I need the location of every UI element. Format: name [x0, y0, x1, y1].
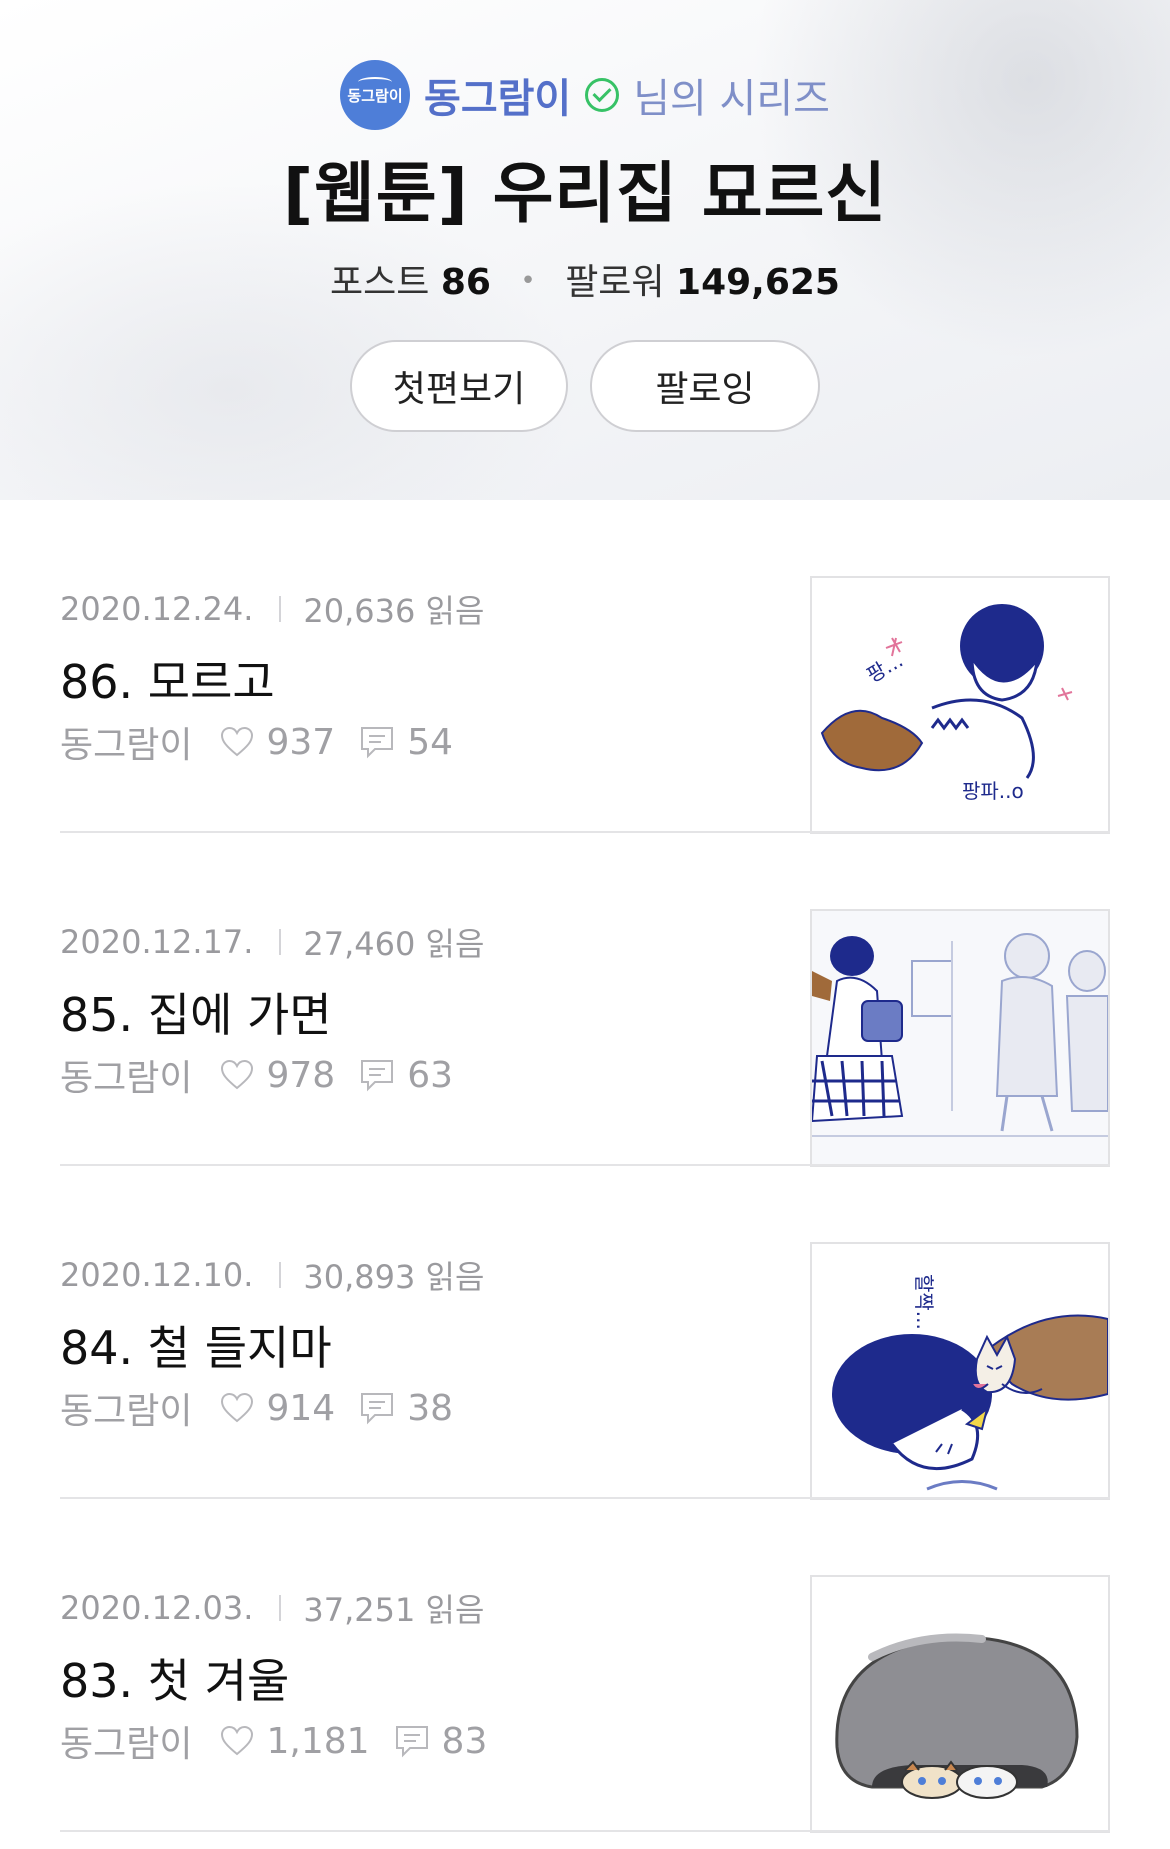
post-date: 2020.12.17. — [60, 923, 254, 961]
series-title: [웹툰] 우리집 묘르신 — [282, 155, 888, 232]
series-suffix: 님의 시리즈 — [633, 76, 830, 122]
post-reads: 30,893 읽음 — [303, 1258, 485, 1296]
posts-label: 포스트 — [330, 262, 430, 303]
author-row: 동그람이 동그람이 님의 시리즈 — [0, 60, 1170, 130]
meta-divider — [279, 1595, 282, 1621]
comment-icon — [395, 1726, 428, 1758]
comment-count: 83 — [441, 1720, 488, 1762]
meta-divider — [279, 1262, 282, 1288]
verified-check-icon — [585, 78, 620, 112]
heart-icon — [221, 1392, 254, 1423]
heart-icon — [221, 1725, 254, 1756]
post-title[interactable]: 84. 철 들지마 — [60, 1312, 332, 1378]
list-item[interactable]: 2020.12.10. 30,893 읽음 84. 철 들지마 동그람이 914… — [60, 1166, 1110, 1500]
stats-separator: • — [520, 266, 536, 296]
comment-icon — [361, 727, 394, 759]
post-stats: 동그람이 937 54 — [60, 716, 453, 768]
like-count: 978 — [266, 1054, 336, 1096]
post-title[interactable]: 85. 집에 가면 — [60, 979, 332, 1045]
post-date: 2020.12.10. — [60, 1256, 254, 1294]
post-meta: 2020.12.24. 20,636 읽음 — [60, 586, 484, 632]
post-stats: 동그람이 1,181 83 — [60, 1715, 487, 1767]
post-stats: 동그람이 914 38 — [60, 1382, 453, 1434]
post-reads: 37,251 읽음 — [303, 1591, 485, 1629]
author-name-link[interactable]: 동그람이 — [424, 66, 571, 124]
post-title[interactable]: 83. 첫 겨울 — [60, 1645, 289, 1711]
thumb-sfx-text: 팡... — [863, 648, 907, 688]
comment-icon — [361, 1060, 394, 1092]
post-author: 동그람이 — [60, 725, 193, 766]
posts-count: 86 — [440, 262, 491, 303]
post-date: 2020.12.03. — [60, 1589, 254, 1627]
series-stats: 포스트 86 • 팔로워 149,625 — [0, 253, 1170, 305]
like-count: 1,181 — [266, 1720, 370, 1762]
thumb-sfx-text: 할짝... — [912, 1274, 936, 1330]
post-reads: 27,460 읽음 — [303, 925, 485, 963]
cat-ears-icon — [358, 77, 393, 87]
list-item[interactable]: 2020.12.03. 37,251 읽음 83. 첫 겨울 동그람이 1,18… — [60, 1499, 1110, 1833]
first-episode-button[interactable]: 첫편보기 — [350, 340, 568, 432]
post-author: 동그람이 — [60, 1058, 193, 1099]
avatar[interactable]: 동그람이 — [340, 60, 411, 130]
post-thumbnail[interactable] — [810, 1575, 1110, 1833]
post-author: 동그람이 — [60, 1724, 193, 1765]
list-item[interactable]: 2020.12.17. 27,460 읽음 85. 집에 가면 동그람이 978… — [60, 833, 1110, 1167]
meta-divider — [279, 929, 282, 955]
meta-divider — [279, 596, 282, 622]
post-meta: 2020.12.17. 27,460 읽음 — [60, 919, 484, 965]
post-meta: 2020.12.03. 37,251 읽음 — [60, 1585, 484, 1631]
follow-button[interactable]: 팔로잉 — [590, 340, 820, 432]
comment-icon — [361, 1393, 394, 1425]
post-reads: 20,636 읽음 — [303, 592, 485, 630]
comment-count: 54 — [407, 721, 454, 763]
post-stats: 동그람이 978 63 — [60, 1049, 453, 1101]
avatar-label: 동그람이 — [347, 86, 403, 105]
post-thumbnail[interactable] — [810, 909, 1110, 1167]
heart-icon — [221, 726, 254, 757]
list-item[interactable]: 2020.12.24. 20,636 읽음 86. 모르고 동그람이 937 5… — [60, 500, 1110, 834]
comment-count: 63 — [407, 1054, 454, 1096]
post-thumbnail[interactable]: 팡... 팡파..o — [810, 576, 1110, 834]
followers-label: 팔로워 — [565, 262, 665, 303]
series-header: 동그람이 동그람이 님의 시리즈 [웹툰] 우리집 묘르신 포스트 86 • 팔… — [0, 0, 1170, 500]
followers-count: 149,625 — [676, 262, 840, 303]
heart-icon — [221, 1059, 254, 1090]
post-meta: 2020.12.10. 30,893 읽음 — [60, 1252, 484, 1298]
divider — [60, 1830, 1110, 1832]
post-thumbnail[interactable]: 할짝... — [810, 1242, 1110, 1500]
comment-count: 38 — [407, 1387, 454, 1429]
header-buttons: 첫편보기 팔로잉 — [0, 340, 1170, 432]
post-author: 동그람이 — [60, 1391, 193, 1432]
post-title[interactable]: 86. 모르고 — [60, 646, 275, 712]
like-count: 937 — [266, 721, 336, 763]
post-date: 2020.12.24. — [60, 590, 254, 628]
like-count: 914 — [266, 1387, 336, 1429]
thumb-sfx-text: 팡파..o — [962, 779, 1024, 803]
